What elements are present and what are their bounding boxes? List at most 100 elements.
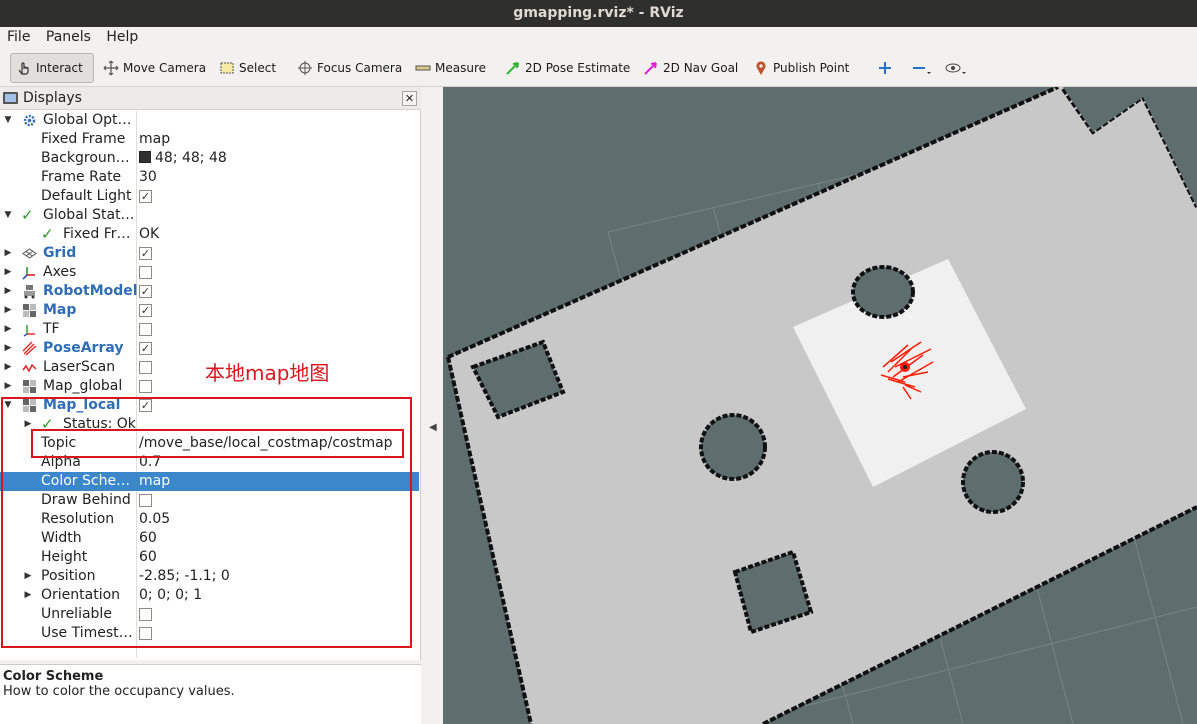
- select-tool-button[interactable]: Select: [214, 53, 281, 83]
- tree-row-label: LaserScan: [43, 359, 116, 375]
- fixed-frame-value[interactable]: map: [139, 130, 170, 149]
- map-pin-icon: [753, 60, 769, 76]
- ruler-icon: [415, 60, 431, 76]
- fixed-frame-status-value: OK: [139, 226, 160, 242]
- map-global-checkbox[interactable]: [139, 380, 152, 393]
- tree-row-grid[interactable]: ▶ Grid ✓: [0, 244, 419, 263]
- tree-row-default-light[interactable]: Default Light ✓: [0, 187, 419, 206]
- tree-row-label: Default Light: [41, 188, 132, 204]
- tree-row-label: RobotModel: [43, 283, 138, 299]
- description-title: Color Scheme: [3, 669, 104, 684]
- grid-checkbox[interactable]: ✓: [139, 247, 152, 260]
- add-tool-button[interactable]: [872, 53, 902, 83]
- tree-row-label: Axes: [43, 264, 77, 280]
- tree-row-fixed-frame[interactable]: Fixed Frame map: [0, 130, 419, 149]
- green-arrow-icon: [505, 60, 521, 76]
- view-options-button[interactable]: [940, 53, 970, 83]
- tree-row-label: Map: [43, 302, 77, 318]
- select-label: Select: [239, 61, 277, 75]
- interact-tool-button[interactable]: Interact: [10, 53, 94, 83]
- tree-row-posearray[interactable]: ▶ PoseArray ✓: [0, 339, 419, 358]
- panel-splitter[interactable]: ◀: [421, 87, 443, 724]
- measure-label: Measure: [435, 61, 486, 75]
- checkmark-icon: ✓: [41, 225, 54, 243]
- axes-checkbox[interactable]: [139, 266, 152, 279]
- laser-scan-icon: [22, 360, 37, 375]
- move-camera-tool-button[interactable]: Move Camera: [98, 53, 211, 83]
- map-render: [446, 87, 1197, 724]
- toolbar: Interact Move Camera Select Focus Camera…: [0, 50, 1197, 87]
- tree-row-label: Fixed Frame: [41, 131, 126, 147]
- 3d-viewport[interactable]: [443, 87, 1197, 724]
- plus-icon: [877, 60, 893, 76]
- obstacle-cylinder: [961, 450, 1025, 514]
- menu-bar: File Panels Help: [0, 27, 1197, 50]
- publish-point-label: Publish Point: [773, 61, 850, 75]
- tree-row-label: PoseArray: [43, 340, 124, 356]
- description-text: How to color the occupancy values.: [3, 684, 235, 699]
- map-checkbox[interactable]: ✓: [139, 304, 152, 317]
- tree-row-frame-rate[interactable]: Frame Rate 30: [0, 168, 419, 187]
- robot-icon: [22, 284, 37, 299]
- default-light-checkbox[interactable]: ✓: [139, 190, 152, 203]
- posearray-checkbox[interactable]: ✓: [139, 342, 152, 355]
- map-icon: [22, 379, 37, 394]
- tree-row-map[interactable]: ▶ Map ✓: [0, 301, 419, 320]
- hand-pointer-icon: [16, 60, 32, 76]
- interact-label: Interact: [36, 61, 83, 75]
- tree-row-label: Backgroun…: [41, 150, 130, 166]
- tf-checkbox[interactable]: [139, 323, 152, 336]
- focus-camera-tool-button[interactable]: Focus Camera: [292, 53, 407, 83]
- laserscan-checkbox[interactable]: [139, 361, 152, 374]
- focus-camera-label: Focus Camera: [317, 61, 403, 75]
- 2d-nav-goal-tool-button[interactable]: 2D Nav Goal: [638, 53, 743, 83]
- tree-row-label: Fixed Fr…: [63, 226, 131, 242]
- magenta-arrow-icon: [643, 60, 659, 76]
- obstacle-cylinder: [699, 413, 767, 481]
- menu-help[interactable]: Help: [99, 27, 138, 45]
- annotation-label: 本地map地图: [205, 361, 330, 385]
- tree-row-axes[interactable]: ▶ Axes: [0, 263, 419, 282]
- tree-row-tf[interactable]: ▶ TF: [0, 320, 419, 339]
- tree-row-label: TF: [43, 321, 60, 337]
- color-swatch: [139, 151, 151, 163]
- pose-array-icon: [22, 341, 37, 356]
- 2d-nav-goal-label: 2D Nav Goal: [663, 61, 739, 75]
- background-color-value[interactable]: 48; 48; 48: [139, 149, 227, 168]
- grid-icon: [22, 246, 37, 261]
- tf-icon: [22, 322, 37, 337]
- eye-icon: [945, 60, 966, 76]
- tree-row-label: Map_global: [43, 378, 123, 394]
- tree-row-label: Global Opt…: [43, 112, 132, 128]
- collapse-arrow-icon[interactable]: ◀: [429, 422, 437, 433]
- move-camera-icon: [103, 60, 119, 76]
- tree-row-global-status[interactable]: ▼ ✓ Global Stat…: [0, 206, 419, 225]
- select-box-icon: [219, 60, 235, 76]
- tree-row-fixed-frame-status[interactable]: ✓ Fixed Fr… OK: [0, 225, 419, 244]
- displays-panel-header: Displays ✕: [0, 87, 421, 110]
- close-icon[interactable]: ✕: [402, 91, 417, 106]
- tree-row-label: Global Stat…: [43, 207, 135, 223]
- monitor-icon: [3, 92, 18, 104]
- menu-panels[interactable]: Panels: [39, 27, 91, 45]
- menu-file[interactable]: File: [0, 27, 30, 45]
- 2d-pose-estimate-tool-button[interactable]: 2D Pose Estimate: [500, 53, 635, 83]
- tree-row-label: Frame Rate: [41, 169, 122, 185]
- checkmark-icon: ✓: [21, 206, 34, 224]
- move-camera-label: Move Camera: [123, 61, 207, 75]
- publish-point-tool-button[interactable]: Publish Point: [748, 53, 854, 83]
- tree-row-background-color[interactable]: Backgroun… 48; 48; 48: [0, 149, 419, 168]
- window-title: gmapping.rviz* - RViz: [0, 0, 1197, 27]
- tree-row-robotmodel[interactable]: ▶ RobotModel ✓: [0, 282, 419, 301]
- 2d-pose-estimate-label: 2D Pose Estimate: [525, 61, 631, 75]
- remove-tool-button[interactable]: [906, 53, 936, 83]
- topic-highlight-box: [31, 429, 404, 458]
- minus-icon: [911, 60, 931, 76]
- tree-row-global-options[interactable]: ▼ Global Opt…: [0, 111, 419, 130]
- map-icon: [22, 303, 37, 318]
- frame-rate-value[interactable]: 30: [139, 168, 157, 187]
- gear-icon: [22, 113, 37, 128]
- focus-crosshair-icon: [297, 60, 313, 76]
- robotmodel-checkbox[interactable]: ✓: [139, 285, 152, 298]
- measure-tool-button[interactable]: Measure: [410, 53, 491, 83]
